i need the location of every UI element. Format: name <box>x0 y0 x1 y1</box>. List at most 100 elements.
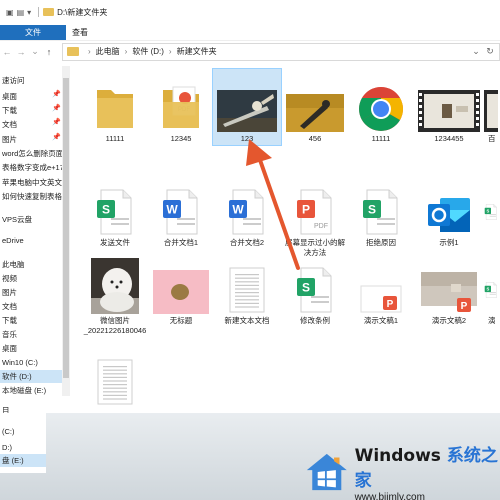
quick-access-folder-icon[interactable]: ▤ <box>17 8 25 17</box>
breadcrumb-this-pc[interactable]: 此电脑 <box>96 46 120 57</box>
breadcrumb-separator[interactable]: › <box>169 47 172 56</box>
nav-item[interactable]: 此电脑 <box>0 258 62 271</box>
navigation-scrollbar[interactable] <box>62 66 70 396</box>
nav-item[interactable]: 表格数字变成e+17 <box>0 161 62 174</box>
svg-text:S: S <box>102 203 110 217</box>
pin-icon[interactable]: 📌 <box>52 104 61 112</box>
file-name: 123 <box>240 134 254 143</box>
file-item[interactable]: S 修改条例 <box>282 248 348 326</box>
breadcrumb-separator[interactable]: › <box>125 47 128 56</box>
forward-button[interactable]: → <box>14 47 28 57</box>
pink-image-icon <box>148 248 214 314</box>
watermark-title-windows: Windows <box>354 446 447 466</box>
quick-access-dropdown-icon[interactable]: ▾ <box>27 8 31 17</box>
nav-item[interactable]: 下载 <box>0 314 62 327</box>
nav-item[interactable]: 本地磁盘 (E:) <box>0 384 62 397</box>
file-name: 示例1 <box>439 238 459 247</box>
scrollbar-thumb[interactable] <box>63 78 69 378</box>
file-item[interactable]: P PDF 屏幕显示过小的解决方法 <box>282 176 348 258</box>
photo-dog-icon <box>82 248 148 314</box>
file-name: 合并文档2 <box>229 238 265 247</box>
file-item[interactable]: 1234455 <box>416 70 482 144</box>
pin-icon[interactable]: 📌 <box>52 118 61 126</box>
nav-item[interactable]: 如何快速复制表格 <box>0 190 62 203</box>
address-dropdown-button[interactable]: ⌄ <box>469 46 483 57</box>
s-doc-icon: S <box>348 176 414 236</box>
folder-pdf-icon: PDF <box>148 70 214 132</box>
pin-icon[interactable]: 📌 <box>52 133 61 141</box>
bg-drive-e[interactable]: 盘 (E:) <box>0 454 46 467</box>
file-item[interactable]: S 拒绝原因 <box>348 176 414 248</box>
file-item[interactable]: 百 <box>484 70 500 144</box>
image-icon <box>214 70 280 132</box>
breadcrumb-drive-d[interactable]: 软件 (D:) <box>132 46 164 57</box>
file-item[interactable] <box>82 344 148 408</box>
bg-drive-d[interactable]: D:) <box>0 441 46 454</box>
s-doc-cut-icon: S <box>484 176 500 236</box>
pdf-doc-icon: P PDF <box>282 176 348 236</box>
window-title: D:\新建文件夹 <box>57 7 108 17</box>
file-item[interactable]: PDF 12345 <box>148 70 214 144</box>
file-item[interactable]: 示例1 <box>416 176 482 248</box>
title-folder-icon <box>43 8 55 16</box>
file-item[interactable]: S演 <box>484 248 500 326</box>
nav-item[interactable]: 软件 (D:) <box>0 370 62 383</box>
svg-text:P: P <box>387 299 394 310</box>
pin-icon[interactable]: 📌 <box>52 90 61 98</box>
watermark-text: Windows 系统之家 www.bjjmlv.com <box>355 441 500 500</box>
breadcrumb-new-folder[interactable]: 新建文件夹 <box>177 46 217 57</box>
file-item[interactable]: S 发送文件 <box>82 176 148 248</box>
nav-item[interactable]: 视频 <box>0 272 62 285</box>
file-name: 拒绝原因 <box>366 238 396 247</box>
tab-file[interactable]: 文件 <box>0 24 66 40</box>
ppt-image-icon: P <box>416 248 482 314</box>
file-name: 1234455 <box>434 134 464 143</box>
file-list: 11111 PDF 12345 123 456 11111 1234455 百 S 发送文件 W 合并… <box>70 62 500 413</box>
txt-icon <box>214 248 280 314</box>
refresh-button[interactable]: ↻ <box>483 46 497 57</box>
file-item[interactable]: 无标题 <box>148 248 214 326</box>
file-item[interactable]: P 演示文稿1 <box>348 248 414 326</box>
video-icon <box>416 70 482 132</box>
file-name: 12345 <box>170 134 192 143</box>
file-item[interactable]: 456 <box>282 70 348 144</box>
file-item[interactable]: S <box>484 176 500 238</box>
video-cut-icon <box>484 70 500 132</box>
file-item[interactable]: W 合并文档2 <box>214 176 280 248</box>
file-item[interactable]: 11111 <box>82 70 148 144</box>
file-item[interactable]: 123 <box>214 70 280 144</box>
nav-item[interactable]: 音乐 <box>0 328 62 341</box>
background-window-drive-list: (C:) D:) 盘 (E:) <box>0 413 46 473</box>
back-button[interactable]: ← <box>0 47 14 57</box>
nav-item[interactable]: 苹果电脑中文英文切 <box>0 176 62 189</box>
nav-item[interactable]: 图片 <box>0 286 62 299</box>
nav-item[interactable]: VPS云盘 <box>0 213 62 226</box>
file-item[interactable]: W 合并文档1 <box>148 176 214 248</box>
nav-item[interactable]: 速访问 <box>0 74 62 87</box>
file-item[interactable]: 新建文本文档 <box>214 248 280 326</box>
quick-access-save-icon[interactable]: ▣ <box>6 8 14 17</box>
nav-item[interactable]: eDrive <box>0 234 62 247</box>
svg-text:S: S <box>486 287 489 292</box>
recent-locations-button[interactable]: ⌄ <box>28 46 42 57</box>
tab-view[interactable]: 查看 <box>72 27 88 38</box>
file-name: 修改条例 <box>300 316 330 325</box>
nav-item[interactable]: 桌面 <box>0 342 62 355</box>
file-item[interactable]: 11111 <box>348 70 414 144</box>
file-name: 合并文档1 <box>163 238 199 247</box>
breadcrumb-separator[interactable]: › <box>88 47 91 56</box>
bg-drive-c[interactable]: (C:) <box>0 425 46 438</box>
nav-item[interactable]: 目 <box>0 404 62 413</box>
title-bar: ▣ ▤ ▾ D:\新建文件夹 <box>0 0 500 24</box>
file-name: 无标题 <box>169 316 193 325</box>
address-bar-row: ← → ⌄ ↑ › 此电脑 › 软件 (D:) › 新建文件夹 ⌄ ↻ <box>0 40 500 62</box>
file-item[interactable]: 微信图片_20221226180046 <box>82 248 148 336</box>
file-name: 演示文稿1 <box>363 316 399 325</box>
nav-item[interactable]: Win10 (C:) <box>0 356 62 369</box>
nav-item[interactable]: word怎么删除页面 <box>0 147 62 160</box>
nav-item[interactable]: 文档 <box>0 300 62 313</box>
address-bar[interactable]: › 此电脑 › 软件 (D:) › 新建文件夹 ⌄ ↻ <box>62 42 500 61</box>
file-item[interactable]: P 演示文稿2 <box>416 248 482 326</box>
up-button[interactable]: ↑ <box>42 47 56 57</box>
svg-text:W: W <box>232 203 244 217</box>
